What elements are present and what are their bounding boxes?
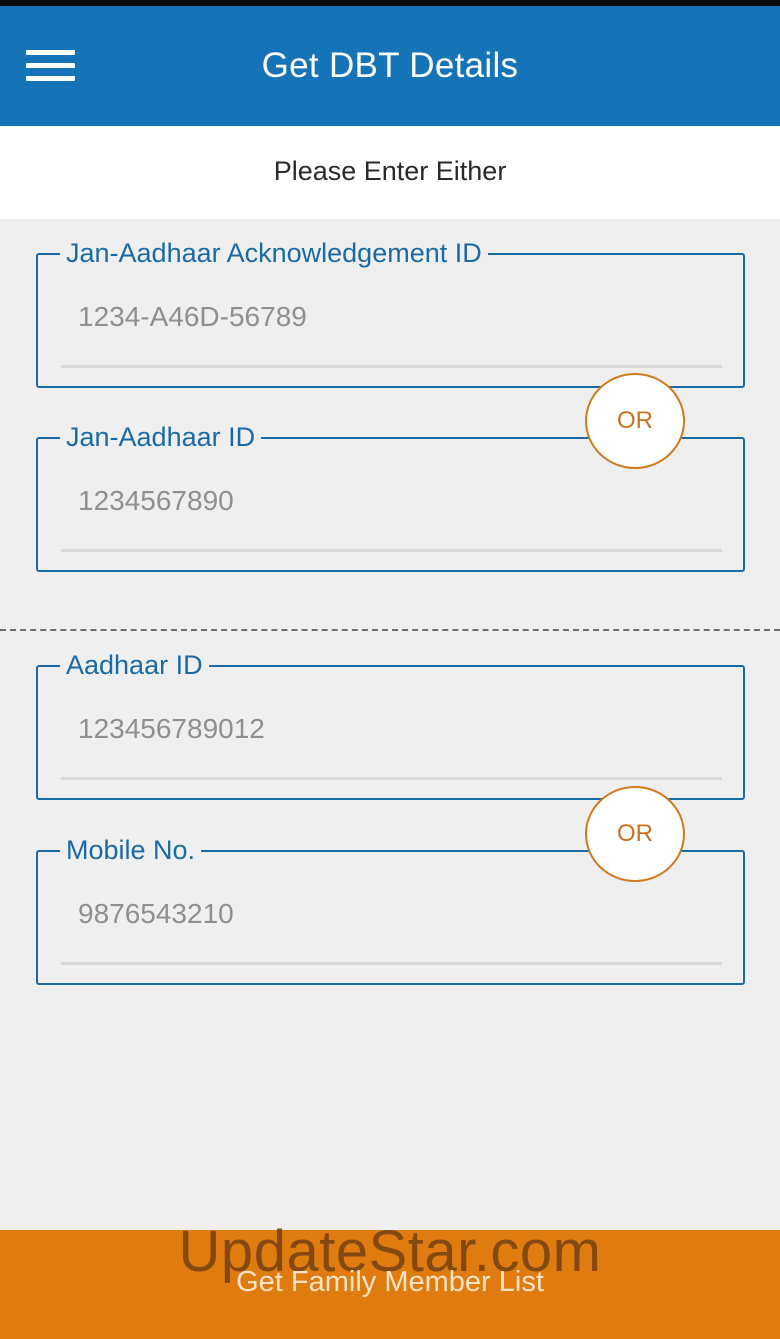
app-bar: Get DBT Details xyxy=(0,6,780,126)
input-underline xyxy=(61,549,722,552)
aadhaar-id-input[interactable]: 123456789012 xyxy=(78,709,265,749)
mobile-number-input[interactable]: 9876543210 xyxy=(78,894,234,934)
jan-aadhaar-ack-id-input[interactable]: 1234-A46D-56789 xyxy=(78,297,307,337)
field-label: Aadhaar ID xyxy=(60,645,209,685)
button-label: Get Family Member List xyxy=(236,1266,544,1298)
hamburger-menu-icon[interactable] xyxy=(14,36,86,96)
field-label: Mobile No. xyxy=(60,830,202,870)
input-underline xyxy=(61,962,722,965)
or-badge: OR xyxy=(585,786,685,882)
field-label: Jan-Aadhaar Acknowledgement ID xyxy=(60,233,488,273)
aadhaar-id-field[interactable]: Aadhaar ID 123456789012 xyxy=(36,645,745,800)
jan-aadhaar-id-input[interactable]: 1234567890 xyxy=(78,481,234,521)
get-family-member-list-button[interactable]: UpdateStar.com Get Family Member List xyxy=(0,1219,780,1339)
page-title: Get DBT Details xyxy=(261,46,519,85)
instruction-text: Please Enter Either xyxy=(0,126,780,219)
field-label: Jan-Aadhaar ID xyxy=(60,417,262,457)
or-badge: OR xyxy=(585,373,685,469)
input-underline xyxy=(61,365,722,368)
input-underline xyxy=(61,777,722,780)
section-divider xyxy=(0,629,780,631)
jan-aadhaar-ack-id-field[interactable]: Jan-Aadhaar Acknowledgement ID 1234-A46D… xyxy=(36,233,745,388)
